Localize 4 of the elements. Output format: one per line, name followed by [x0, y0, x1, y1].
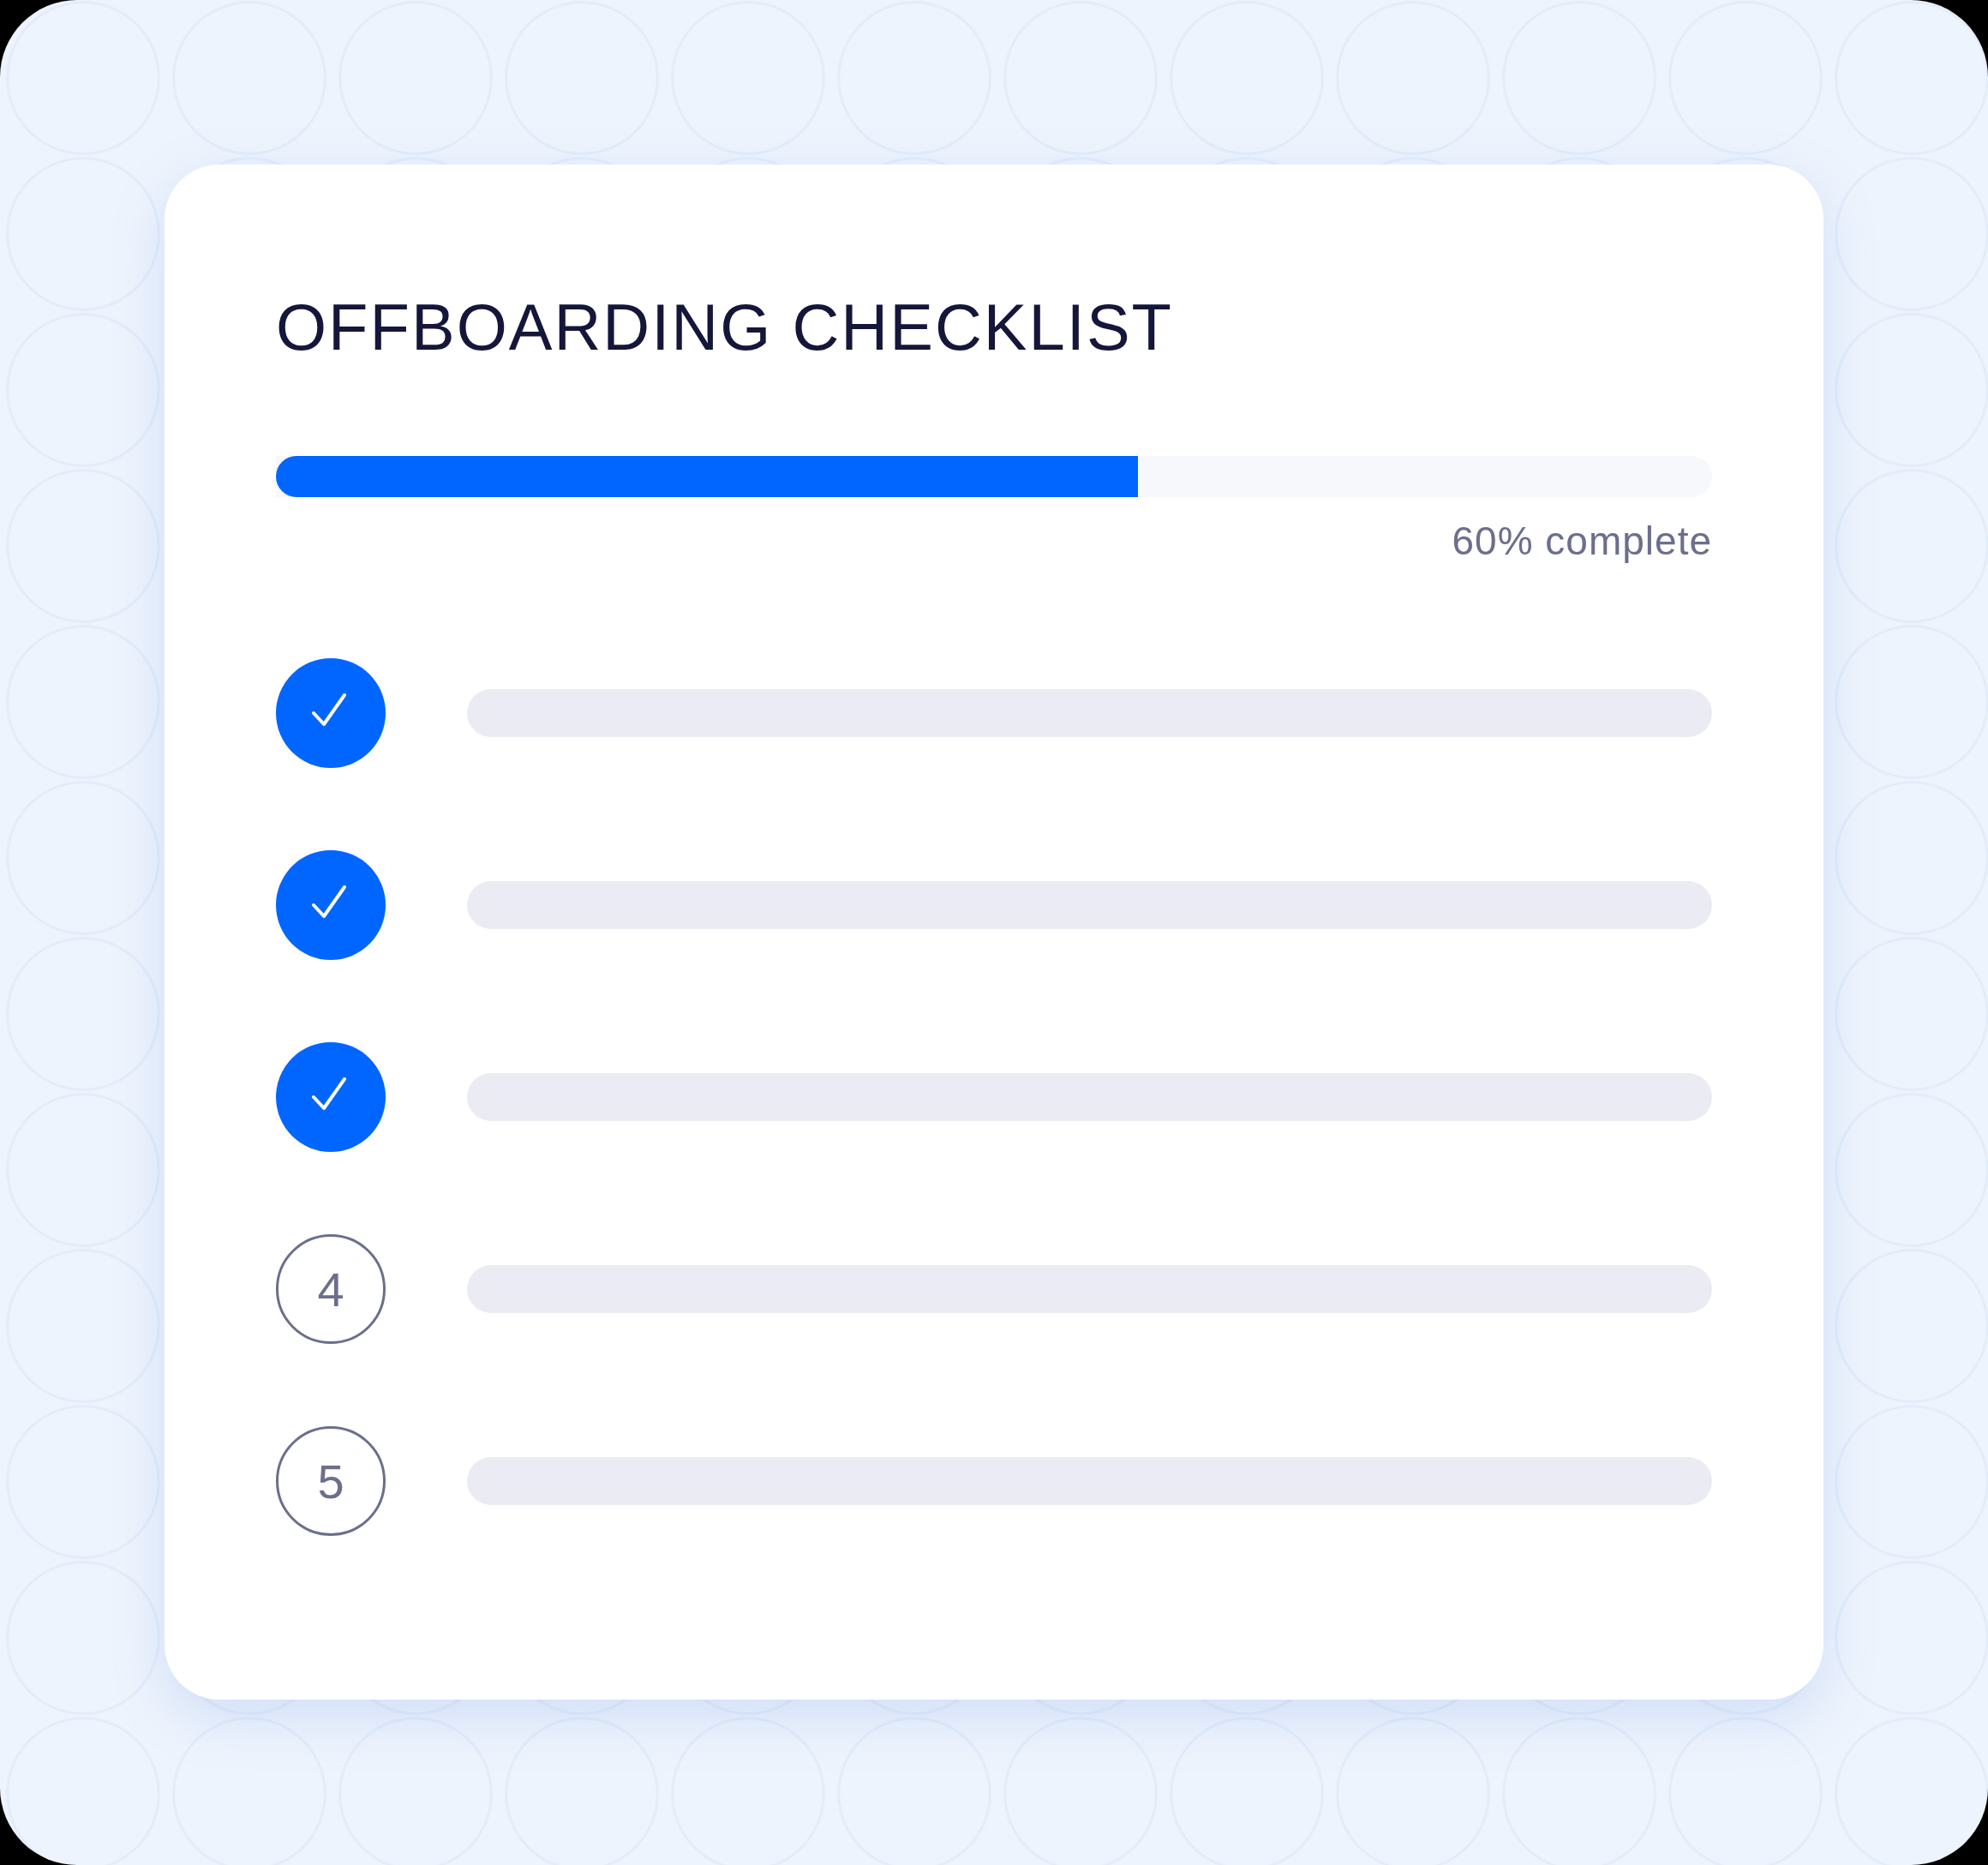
step-number[interactable]: 5 [276, 1426, 386, 1536]
progress-label: 60% complete [1452, 518, 1712, 564]
checklist-title: OFFBOARDING CHECKLIST [276, 293, 1174, 362]
step-number[interactable]: 4 [276, 1234, 386, 1344]
